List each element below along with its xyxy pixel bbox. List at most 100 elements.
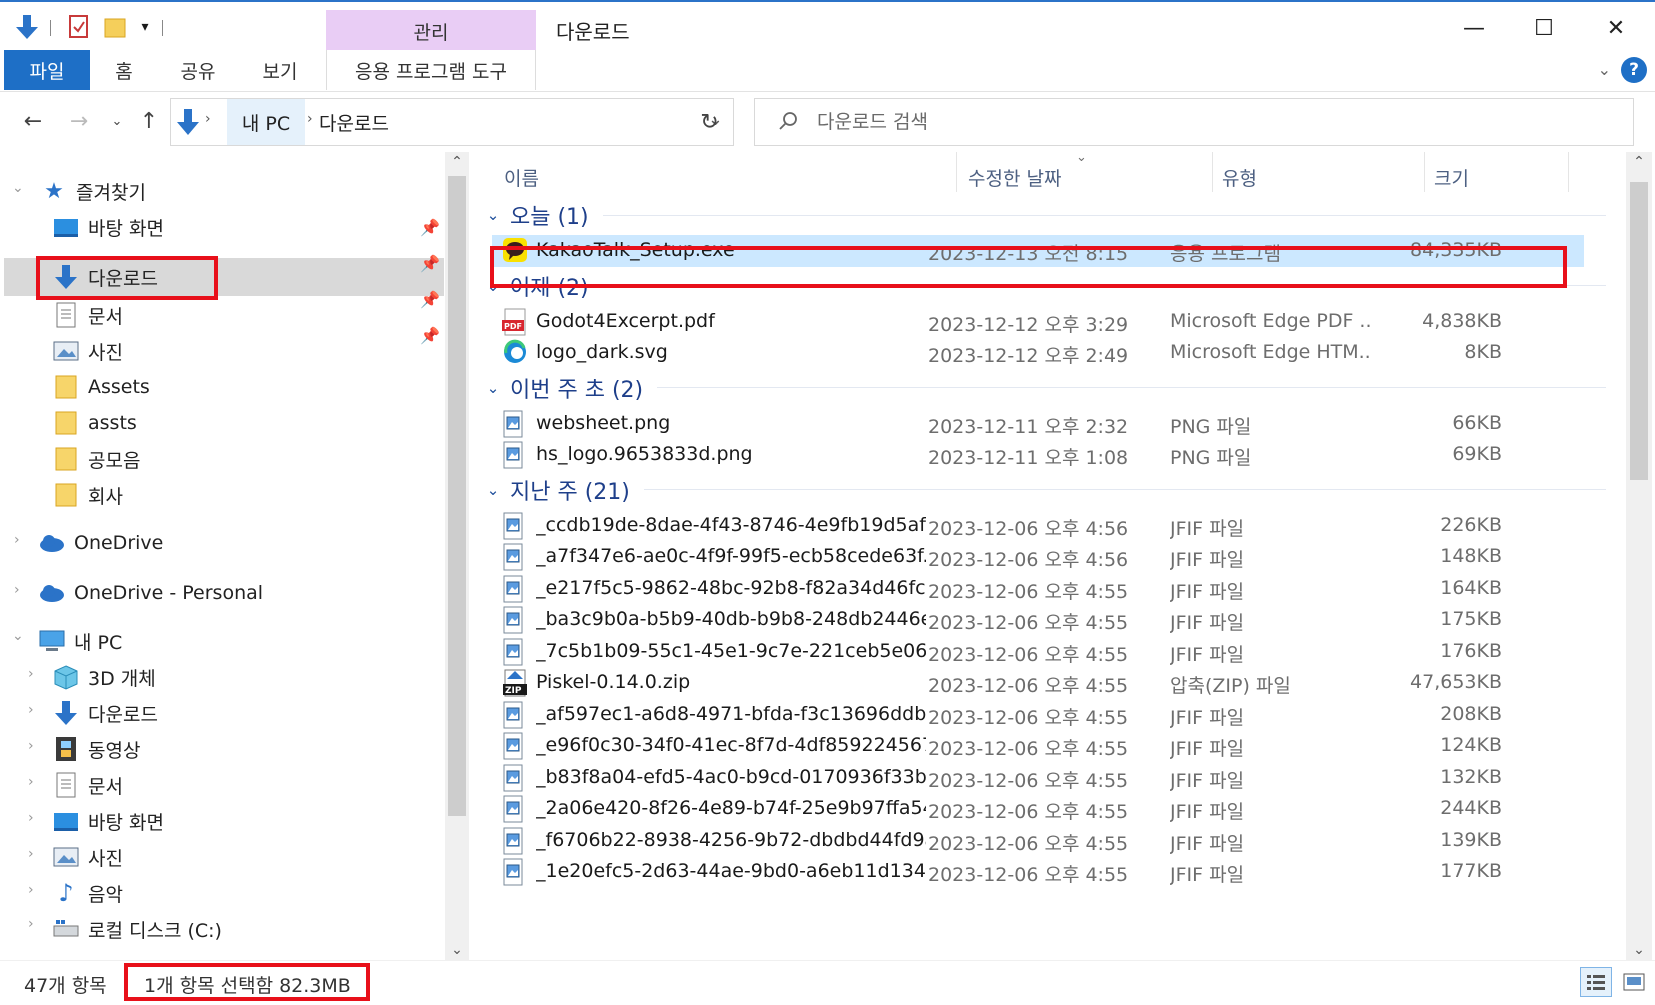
nav-onedrive-personal[interactable]: OneDrive - Personal bbox=[38, 574, 263, 612]
up-arrow-icon[interactable]: ↑ bbox=[134, 106, 164, 136]
nav-item-pc-desktop[interactable]: 바탕 화면 bbox=[52, 802, 164, 840]
file-row[interactable]: _f6706b22-8938-4256-9b72-dbdbd44fd9a3.jf… bbox=[492, 825, 1584, 857]
content-scrollbar[interactable]: ⌃ ⌄ bbox=[1626, 152, 1652, 960]
breadcrumb-chevron-icon[interactable]: › bbox=[205, 111, 211, 127]
nav-item-music[interactable]: ♪ 음악 bbox=[52, 874, 123, 912]
column-header-size[interactable]: 크기 bbox=[1434, 164, 1469, 191]
group-header[interactable]: ⌄ 어제 (2) bbox=[478, 269, 1618, 303]
nav-item-company[interactable]: 회사 bbox=[52, 476, 123, 514]
minimize-button[interactable]: — bbox=[1448, 8, 1500, 48]
file-row[interactable]: hs_logo.9653833d.png 2023-12-11 오후 1:08 PN… bbox=[492, 439, 1584, 471]
file-row[interactable]: _af597ec1-a6d8-4971-bfda-f3c13696ddb8.jf… bbox=[492, 699, 1584, 731]
tab-application-tools[interactable]: 응용 프로그램 도구 bbox=[326, 50, 536, 90]
nav-onedrive[interactable]: OneDrive bbox=[38, 524, 163, 562]
properties-icon[interactable] bbox=[64, 12, 94, 42]
recent-locations-chevron-icon[interactable]: ⌄ bbox=[102, 106, 132, 136]
nav-this-pc[interactable]: 내 PC bbox=[38, 622, 122, 660]
address-bar[interactable]: › 내 PC › 다운로드 ⌄ bbox=[170, 98, 734, 146]
expand-chevron-icon[interactable]: › bbox=[14, 582, 20, 598]
expand-chevron-icon[interactable]: › bbox=[28, 738, 34, 754]
expand-chevron-icon[interactable]: › bbox=[28, 882, 34, 898]
expand-chevron-icon[interactable]: › bbox=[28, 774, 34, 790]
expand-chevron-icon[interactable]: › bbox=[28, 666, 34, 682]
nav-item-videos[interactable]: 동영상 bbox=[52, 730, 140, 768]
pin-icon[interactable]: 📌 bbox=[420, 326, 440, 345]
column-divider[interactable] bbox=[956, 152, 957, 192]
nav-scroll-thumb[interactable] bbox=[448, 176, 466, 816]
nav-item-local-disk[interactable]: 로컬 디스크 (C:) bbox=[52, 910, 222, 948]
group-header[interactable]: ⌄ 이번 주 초 (2) bbox=[478, 371, 1618, 405]
nav-item-downloads[interactable]: 다운로드 bbox=[52, 258, 158, 296]
group-collapse-chevron-icon[interactable]: ⌄ bbox=[478, 277, 508, 295]
details-view-icon[interactable] bbox=[1580, 967, 1612, 997]
file-row[interactable]: _1e20efc5-2d63-44ae-9bd0-a6eb11d13427.jf… bbox=[492, 856, 1584, 888]
column-divider[interactable] bbox=[1568, 152, 1569, 192]
file-row[interactable]: websheet.png 2023-12-11 오후 2:32 PNG 파일 66KB bbox=[492, 408, 1584, 440]
column-divider[interactable] bbox=[1212, 152, 1213, 192]
collapse-chevron-icon[interactable]: ⌄ bbox=[12, 180, 24, 196]
breadcrumb-downloads[interactable]: 다운로드 bbox=[319, 109, 389, 136]
expand-chevron-icon[interactable]: › bbox=[28, 810, 34, 826]
file-row[interactable]: _ba3c9b0a-b5b9-40db-b9b8-248db2446ebb.j.… bbox=[492, 604, 1584, 636]
file-row[interactable]: logo_dark.svg 2023-12-12 오후 2:49 Microsoft… bbox=[492, 337, 1584, 369]
pin-icon[interactable]: 📌 bbox=[420, 218, 440, 237]
nav-item-pc-downloads[interactable]: 다운로드 bbox=[52, 694, 158, 732]
large-icons-view-icon[interactable] bbox=[1618, 967, 1650, 997]
forward-arrow-icon[interactable]: → bbox=[64, 106, 94, 136]
nav-item-pc-documents[interactable]: 문서 bbox=[52, 766, 123, 804]
group-collapse-chevron-icon[interactable]: ⌄ bbox=[478, 379, 508, 397]
file-row[interactable]: ZIP Piskel-0.14.0.zip 2023-12-06 오후 4:55 압축… bbox=[492, 667, 1584, 699]
download-arrow-icon[interactable] bbox=[12, 12, 42, 42]
collapse-chevron-icon[interactable]: ⌄ bbox=[12, 628, 24, 644]
tab-share[interactable]: 공유 bbox=[170, 50, 226, 90]
group-header[interactable]: ⌄ 지난 주 (21) bbox=[478, 473, 1618, 507]
content-scroll-thumb[interactable] bbox=[1630, 182, 1648, 480]
file-row[interactable]: _e217f5c5-9862-48bc-92b8-f82a34d46fc3.jf… bbox=[492, 573, 1584, 605]
group-header[interactable]: ⌄ 오늘 (1) bbox=[478, 198, 1618, 232]
nav-item-pictures[interactable]: 사진 bbox=[52, 332, 123, 370]
file-row[interactable]: _2a06e420-8f26-4e89-b74f-25e9b97ffa54.jf… bbox=[492, 793, 1584, 825]
expand-chevron-icon[interactable]: › bbox=[28, 702, 34, 718]
nav-item-assets[interactable]: Assets bbox=[52, 368, 150, 406]
scroll-down-icon[interactable]: ⌄ bbox=[445, 942, 469, 958]
expand-chevron-icon[interactable]: › bbox=[14, 532, 20, 548]
scroll-up-icon[interactable]: ⌃ bbox=[1627, 154, 1651, 170]
breadcrumb-chevron-icon[interactable]: › bbox=[307, 111, 313, 127]
manage-context-tab[interactable]: 관리 bbox=[326, 10, 536, 52]
search-box[interactable] bbox=[754, 98, 1634, 146]
file-row[interactable]: KakaoTalk_Setup.exe 2023-12-13 오전 8:15 응용 … bbox=[492, 235, 1584, 267]
file-row[interactable]: _ccdb19de-8dae-4f43-8746-4e9fb19d5afe.jf… bbox=[492, 510, 1584, 542]
nav-item-pc-pictures[interactable]: 사진 bbox=[52, 838, 123, 876]
group-collapse-chevron-icon[interactable]: ⌄ bbox=[478, 206, 508, 224]
nav-item-gongmoeum[interactable]: 공모음 bbox=[52, 440, 140, 478]
expand-chevron-icon[interactable]: › bbox=[28, 916, 34, 932]
file-row[interactable]: _a7f347e6-ae0c-4f9f-99f5-ecb58cede63f.jf… bbox=[492, 541, 1584, 573]
file-row[interactable]: PDF Godot4Excerpt.pdf 2023-12-12 오후 3:29 Mi… bbox=[492, 306, 1584, 338]
column-header-type[interactable]: 유형 bbox=[1222, 164, 1257, 191]
file-row[interactable]: _e96f0c30-34f0-41ec-8f7d-4df859224567.jf… bbox=[492, 730, 1584, 762]
close-button[interactable]: ✕ bbox=[1590, 8, 1642, 48]
column-header-name[interactable]: 이름 bbox=[504, 164, 539, 191]
tab-file[interactable]: 파일 bbox=[4, 50, 90, 90]
tab-home[interactable]: 홈 bbox=[100, 50, 148, 90]
group-collapse-chevron-icon[interactable]: ⌄ bbox=[478, 481, 508, 499]
expand-chevron-icon[interactable]: › bbox=[28, 846, 34, 862]
help-icon[interactable]: ? bbox=[1621, 57, 1647, 83]
file-row[interactable]: _b83f8a04-efd5-4ac0-b9cd-0170936f33b7.jf… bbox=[492, 762, 1584, 794]
pin-icon[interactable]: 📌 bbox=[420, 254, 440, 273]
column-header-date[interactable]: 수정한 날짜 bbox=[968, 164, 1061, 191]
pin-icon[interactable]: 📌 bbox=[420, 290, 440, 309]
nav-item-documents[interactable]: 문서 bbox=[52, 296, 123, 334]
search-input[interactable] bbox=[817, 107, 1597, 137]
nav-item-3d-objects[interactable]: 3D 개체 bbox=[52, 658, 156, 696]
expand-ribbon-icon[interactable]: ⌄ bbox=[1598, 60, 1611, 79]
file-row[interactable]: _7c5b1b09-55c1-45e1-9c7e-221ceb5e0685.jf… bbox=[492, 636, 1584, 668]
new-folder-icon[interactable] bbox=[100, 12, 130, 42]
nav-item-desktop[interactable]: 바탕 화면 bbox=[52, 208, 164, 246]
nav-scrollbar[interactable]: ⌃ ⌄ bbox=[445, 152, 469, 960]
column-divider[interactable] bbox=[1424, 152, 1425, 192]
maximize-button[interactable]: ☐ bbox=[1518, 8, 1570, 48]
breadcrumb-this-pc[interactable]: 내 PC bbox=[227, 99, 305, 145]
refresh-icon[interactable]: ↻ bbox=[686, 98, 734, 146]
tab-view[interactable]: 보기 bbox=[252, 50, 308, 90]
